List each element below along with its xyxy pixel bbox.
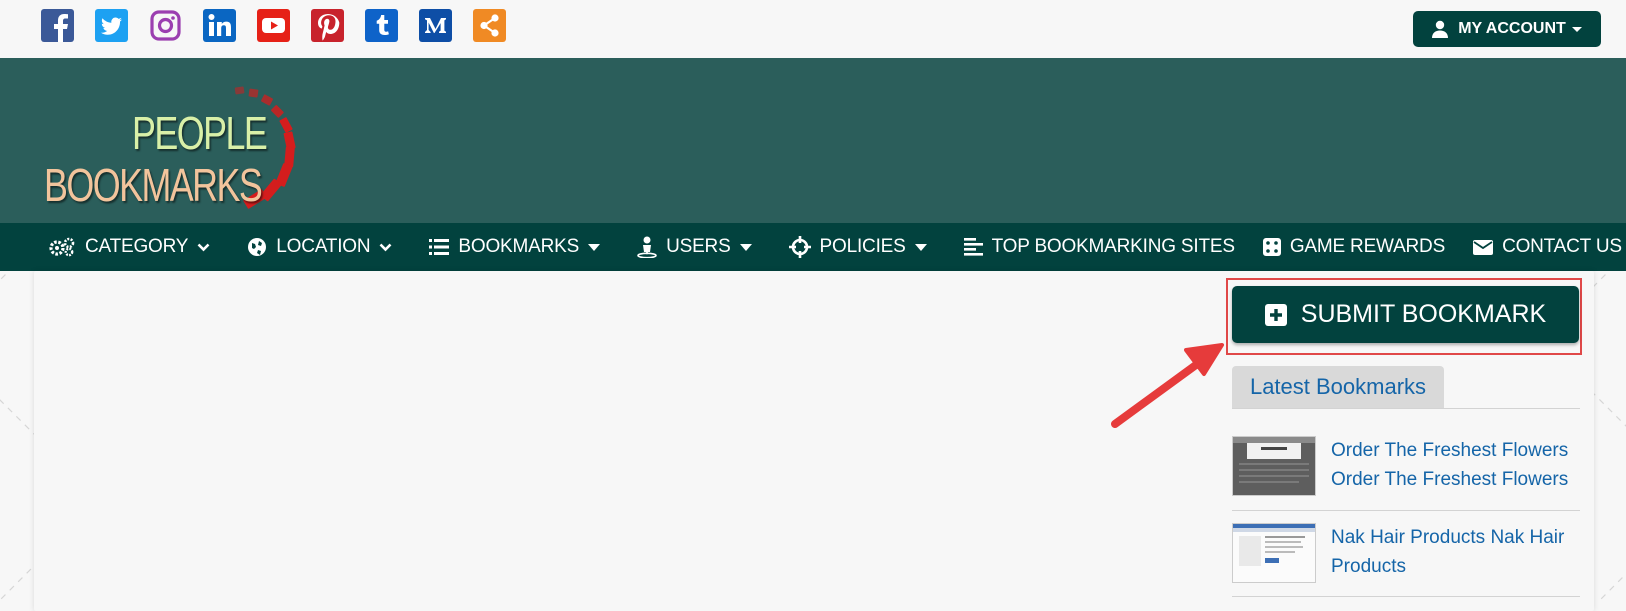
- nav-top-sites-label: TOP BOOKMARKING SITES: [991, 236, 1235, 257]
- nav-bookmarks[interactable]: BOOKMARKS: [429, 236, 609, 258]
- main-nav: CATEGORY LOCATION BOOKMARKS USERS POLICI…: [0, 223, 1626, 271]
- my-account-label: MY ACCOUNT: [1458, 20, 1566, 37]
- caret-down-icon: [588, 243, 601, 251]
- linkedin-icon[interactable]: [203, 9, 236, 42]
- nav-game-rewards[interactable]: GAME REWARDS: [1262, 236, 1446, 258]
- list-item[interactable]: Order The Freshest Flowers Order The Fre…: [1232, 436, 1580, 496]
- site-logo[interactable]: PEOPLE BOOKMARKS: [40, 70, 340, 220]
- caret-down-icon: [739, 243, 752, 251]
- facebook-icon[interactable]: [41, 9, 74, 42]
- site-header: PEOPLE BOOKMARKS: [0, 58, 1626, 223]
- twitter-icon[interactable]: [95, 9, 128, 42]
- tumblr-icon[interactable]: [365, 9, 398, 42]
- logo-line-1: PEOPLE: [132, 107, 268, 159]
- nav-contact[interactable]: CONTACT US: [1473, 236, 1622, 258]
- plus-square-icon: [1264, 303, 1287, 326]
- submit-bookmark-label: SUBMIT BOOKMARK: [1300, 300, 1547, 328]
- submit-bookmark-button[interactable]: SUBMIT BOOKMARK: [1232, 286, 1579, 343]
- my-account-button[interactable]: MY ACCOUNT: [1413, 11, 1601, 47]
- bookmark-thumbnail[interactable]: [1232, 523, 1316, 583]
- list-icon: [429, 239, 450, 255]
- envelope-icon: [1473, 239, 1494, 255]
- dice-icon: [1262, 238, 1281, 256]
- medium-icon[interactable]: [419, 9, 452, 42]
- divider: [1232, 510, 1580, 511]
- share-icon[interactable]: [473, 9, 506, 42]
- nav-users[interactable]: USERS: [637, 236, 760, 258]
- chevron-down-icon: [197, 243, 210, 251]
- social-bar: MY ACCOUNT: [0, 0, 1626, 58]
- divider: [1232, 408, 1580, 409]
- globe-icon: [248, 238, 267, 256]
- divider: [1232, 596, 1580, 597]
- tab-latest-bookmarks[interactable]: Latest Bookmarks: [1232, 366, 1444, 408]
- youtube-icon[interactable]: [257, 9, 290, 42]
- logo-line-2: BOOKMARKS: [44, 159, 263, 211]
- nav-users-label: USERS: [666, 236, 731, 257]
- gears-icon: [49, 237, 75, 257]
- nav-location-label: LOCATION: [276, 236, 371, 257]
- user-icon: [1432, 20, 1449, 38]
- list-item[interactable]: Nak Hair Products Nak Hair Products: [1232, 523, 1580, 583]
- nav-category[interactable]: CATEGORY: [49, 236, 219, 258]
- caret-down-icon: [914, 243, 927, 251]
- instagram-icon[interactable]: [149, 9, 182, 42]
- bookmark-title[interactable]: Order The Freshest Flowers Order The Fre…: [1331, 436, 1571, 496]
- user-pin-icon: [637, 236, 657, 258]
- nav-game-rewards-label: GAME REWARDS: [1289, 236, 1446, 257]
- nav-bookmarks-label: BOOKMARKS: [458, 236, 580, 257]
- bookmark-title[interactable]: Nak Hair Products Nak Hair Products: [1331, 523, 1571, 583]
- nav-policies[interactable]: POLICIES: [788, 236, 936, 258]
- align-left-icon: [963, 238, 983, 256]
- nav-policies-label: POLICIES: [819, 236, 906, 257]
- nav-top-sites[interactable]: TOP BOOKMARKING SITES: [963, 236, 1235, 258]
- nav-contact-label: CONTACT US: [1502, 236, 1622, 257]
- nav-category-label: CATEGORY: [85, 236, 189, 257]
- bookmark-thumbnail[interactable]: [1232, 436, 1316, 496]
- chevron-down-icon: [1571, 26, 1582, 32]
- crosshairs-icon: [788, 236, 811, 258]
- pinterest-icon[interactable]: [311, 9, 344, 42]
- nav-location[interactable]: LOCATION: [247, 236, 401, 258]
- chevron-down-icon: [379, 243, 392, 251]
